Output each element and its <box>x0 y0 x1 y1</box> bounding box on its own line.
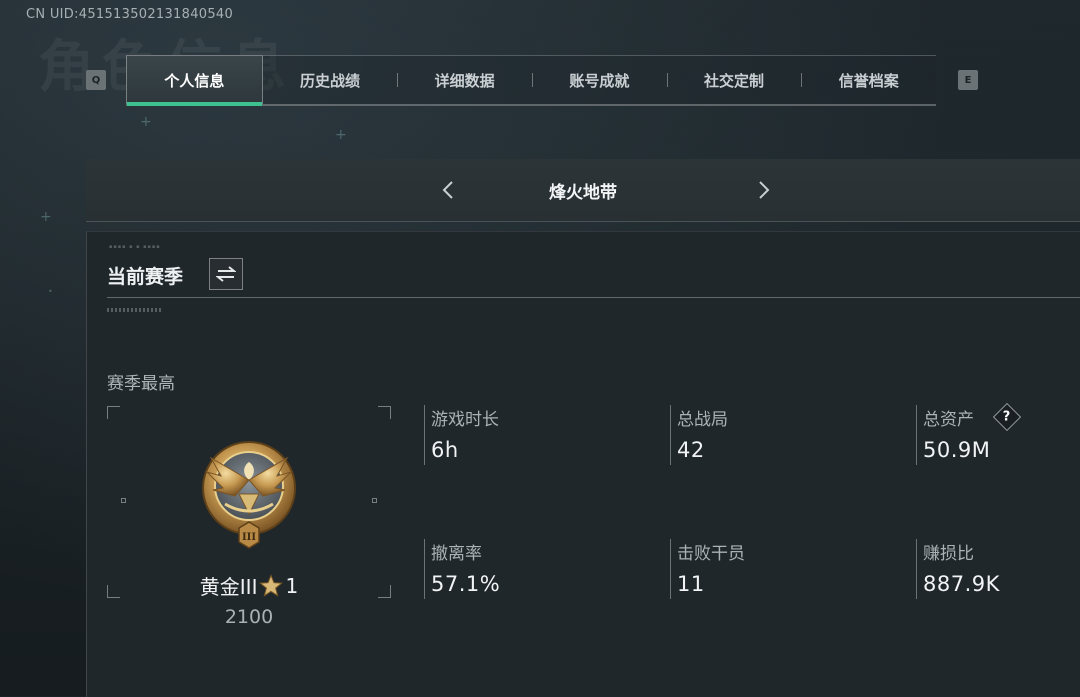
key-hint-e[interactable]: E <box>958 70 978 90</box>
swap-icon <box>216 266 236 282</box>
frame-corner <box>107 406 120 419</box>
season-best-label: 赛季最高 <box>107 374 175 394</box>
rank-name: 黄金III <box>199 575 258 599</box>
frame-corner <box>378 406 391 419</box>
stat-label: 总资产 <box>923 410 974 430</box>
key-hint-q[interactable]: Q <box>86 70 106 90</box>
tab-social-custom[interactable]: 社交定制 <box>666 56 802 104</box>
mode-title: 烽火地带 <box>549 182 617 203</box>
stat-label: 总战局 <box>677 410 728 430</box>
stat-profit-ratio: 赚损比 887.9K <box>916 539 1077 599</box>
panel-deco-text: ▪▪▪▪ ▪ ▪ ▪▪▪▪ <box>109 244 161 250</box>
rank-card: III 黄金III 1 2100 <box>107 406 391 628</box>
frame-dot <box>121 498 126 503</box>
svg-text:III: III <box>242 532 256 543</box>
season-stats-panel: ▪▪▪▪ ▪ ▪ ▪▪▪▪ 当前赛季 赛季最高 III 黄金III 1 2100… <box>86 231 1080 697</box>
tab-match-history[interactable]: 历史战绩 <box>263 56 398 104</box>
rank-name-line: 黄金III 1 <box>107 571 391 600</box>
stat-value: 887.9K <box>923 572 1000 596</box>
chevron-left-icon[interactable] <box>433 173 463 207</box>
mode-selector: 烽火地带 <box>86 159 1080 222</box>
stat-value: 42 <box>677 438 705 462</box>
divider <box>107 297 1080 298</box>
tab-detailed-data[interactable]: 详细数据 <box>397 56 532 104</box>
crosshair-deco-icon: + <box>40 209 52 225</box>
stat-play-time: 游戏时长 6h <box>424 405 645 465</box>
dot-deco-icon: • <box>48 287 53 296</box>
season-swap-button[interactable] <box>209 258 243 290</box>
stat-total-matches: 总战局 42 <box>670 405 891 465</box>
stat-label: 游戏时长 <box>431 410 499 430</box>
stat-total-assets: 总资产 ? 50.9M <box>916 402 1077 465</box>
tab-achievements[interactable]: 账号成就 <box>532 56 667 104</box>
tab-credit-record[interactable]: 信誉档案 <box>801 56 936 104</box>
stat-label: 赚损比 <box>923 544 974 564</box>
main-tab-bar: 个人信息 历史战绩 详细数据 账号成就 社交定制 信誉档案 <box>126 55 936 106</box>
stat-kills: 击败干员 11 <box>670 539 891 599</box>
crosshair-deco-icon: + <box>335 127 347 143</box>
rank-score: 2100 <box>224 606 274 628</box>
rank-stars: 1 <box>285 573 299 598</box>
tab-personal-info[interactable]: 个人信息 <box>126 55 263 106</box>
divider-deco <box>107 308 161 312</box>
stat-value: 6h <box>431 438 459 462</box>
star-icon <box>259 573 284 597</box>
gold-eagle-emblem-icon: III <box>202 441 296 549</box>
chevron-right-icon[interactable] <box>749 173 779 207</box>
stat-extract-rate: 撤离率 57.1% <box>424 539 645 599</box>
stat-label: 击败干员 <box>677 544 745 564</box>
crosshair-deco-icon: + <box>140 114 152 130</box>
stat-label: 撤离率 <box>431 544 482 564</box>
stat-value: 11 <box>677 572 705 596</box>
stat-value: 57.1% <box>431 572 501 596</box>
frame-dot <box>372 498 377 503</box>
question-icon[interactable]: ? <box>992 402 1022 432</box>
player-uid: CN UID:451513502131840540 <box>26 7 234 22</box>
stat-value: 50.9M <box>923 438 991 462</box>
season-title: 当前赛季 <box>107 266 184 288</box>
